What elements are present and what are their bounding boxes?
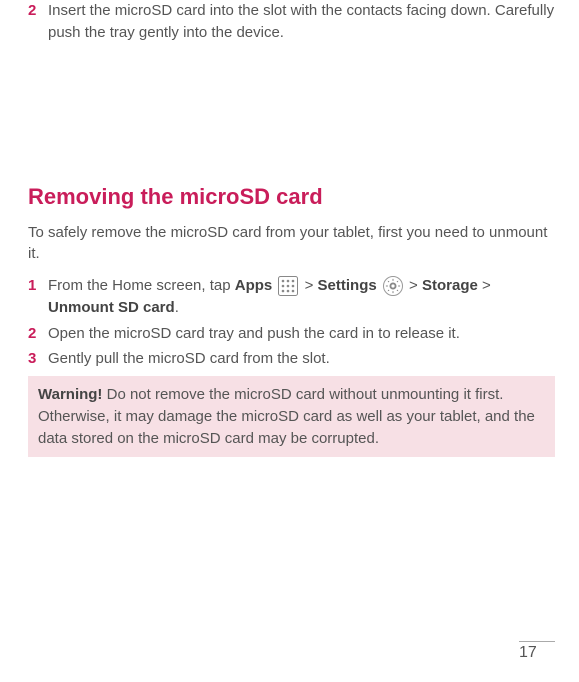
- warning-label: Warning!: [38, 386, 102, 403]
- step-item: 3 Gently pull the microSD card from the …: [28, 348, 555, 370]
- storage-label: Storage: [422, 277, 478, 294]
- step-prefix: From the Home screen, tap: [48, 277, 235, 294]
- apps-icon: [278, 276, 298, 296]
- step-text: From the Home screen, tap Apps > Setting…: [48, 275, 555, 319]
- step-number: 3: [28, 348, 40, 370]
- step-text: Gently pull the microSD card from the sl…: [48, 348, 555, 370]
- separator: >: [300, 277, 317, 294]
- page-number: 17: [519, 641, 555, 662]
- settings-label: Settings: [318, 277, 377, 294]
- apps-label: Apps: [235, 277, 273, 294]
- step-suffix: .: [175, 299, 179, 316]
- step-number: 2: [28, 0, 40, 44]
- step-number: 1: [28, 275, 40, 319]
- separator: >: [405, 277, 422, 294]
- step-item: 2 Open the microSD card tray and push th…: [28, 323, 555, 345]
- separator: >: [478, 277, 491, 294]
- step-item: 1 From the Home screen, tap Apps > Setti…: [28, 275, 555, 319]
- step-text: Open the microSD card tray and push the …: [48, 323, 555, 345]
- section-heading-removing-microsd: Removing the microSD card: [28, 184, 555, 210]
- section-intro: To safely remove the microSD card from y…: [28, 222, 555, 266]
- page-number-value: 17: [519, 644, 537, 661]
- warning-box: Warning! Do not remove the microSD card …: [28, 376, 555, 457]
- settings-icon: [383, 276, 403, 296]
- step-item: 2 Insert the microSD card into the slot …: [28, 0, 555, 44]
- unmount-label: Unmount SD card: [48, 299, 175, 316]
- step-text: Insert the microSD card into the slot wi…: [48, 0, 555, 44]
- step-number: 2: [28, 323, 40, 345]
- warning-text: Do not remove the microSD card without u…: [38, 386, 535, 447]
